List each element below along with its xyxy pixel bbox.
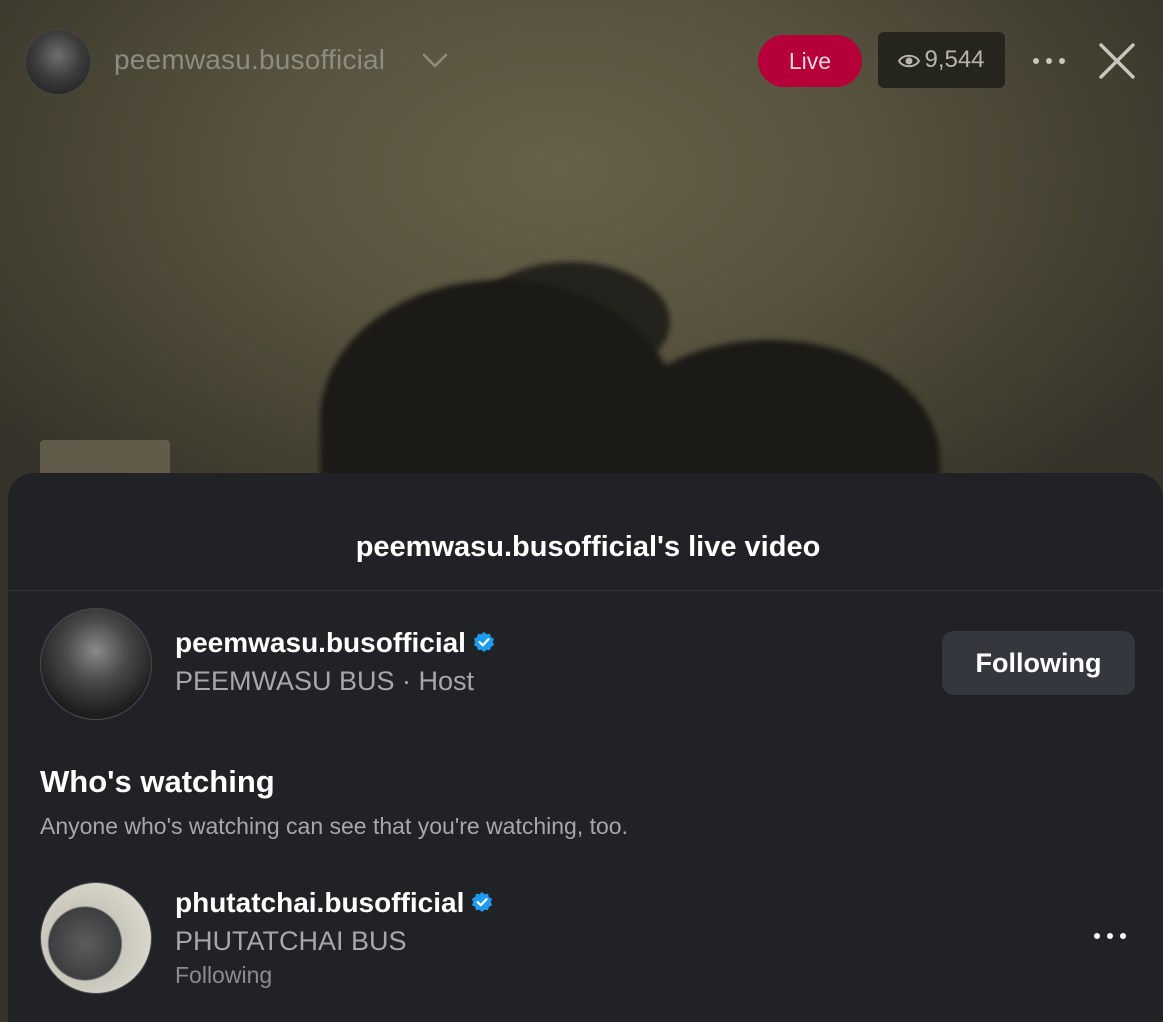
more-horizontal-icon[interactable] (1030, 50, 1070, 72)
following-button[interactable]: Following (942, 631, 1135, 695)
viewer-count-badge[interactable]: 9,544 (878, 32, 1005, 88)
viewer-follow-status: Following (175, 962, 273, 988)
verified-badge-icon (473, 632, 494, 652)
host-profile-subtitle: PEEMWASU BUS · Host (175, 666, 475, 696)
viewer-count: 9,544 (924, 46, 985, 73)
host-profile-name-row[interactable]: peemwasu.busofficial (175, 627, 496, 659)
more-horizontal-icon[interactable] (1092, 927, 1128, 945)
eye-icon (898, 54, 921, 67)
host-profile-username[interactable]: peemwasu.busofficial (175, 627, 466, 658)
whos-watching-title: Who's watching (40, 764, 275, 799)
whos-watching-description: Anyone who's watching can see that you'r… (40, 813, 628, 839)
verified-badge-icon (472, 892, 493, 912)
live-video-info-sheet: peemwasu.busofficial's live video peemwa… (8, 473, 1163, 1022)
viewer-avatar[interactable] (40, 882, 152, 994)
divider (8, 590, 1163, 591)
live-video-screen: peemwasu.busofficial Live 9,544 peemwasu… (0, 0, 1163, 1022)
host-username[interactable]: peemwasu.busofficial (114, 44, 385, 76)
host-profile-avatar[interactable] (40, 608, 152, 720)
host-avatar[interactable] (25, 29, 91, 95)
chevron-down-icon[interactable] (420, 48, 450, 72)
close-icon[interactable] (1096, 40, 1138, 82)
live-top-bar: peemwasu.busofficial Live 9,544 (0, 0, 1163, 120)
viewer-display-name: PHUTATCHAI BUS (175, 926, 407, 956)
viewer-name-row[interactable]: phutatchai.busofficial (175, 887, 494, 919)
viewer-username[interactable]: phutatchai.busofficial (175, 887, 464, 918)
live-badge: Live (758, 35, 862, 87)
sheet-title: peemwasu.busofficial's live video (355, 531, 821, 563)
